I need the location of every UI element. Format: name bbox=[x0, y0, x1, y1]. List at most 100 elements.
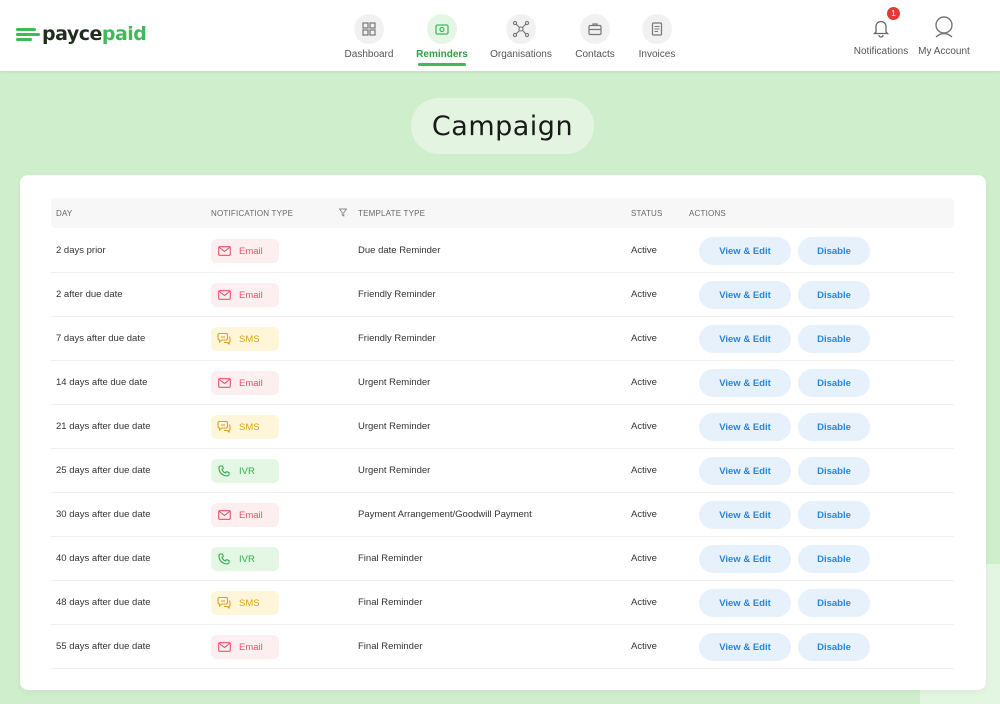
nav-reminders[interactable]: Reminders bbox=[416, 0, 468, 66]
paycepaid-logo[interactable]: paycepaid bbox=[16, 19, 147, 49]
day-cell: 7 days after due date bbox=[56, 333, 146, 344]
nav-invoices[interactable]: Invoices bbox=[638, 0, 676, 60]
nav-organisations[interactable]: Organisations bbox=[489, 0, 553, 60]
my-account-button[interactable]: My Account bbox=[916, 0, 972, 57]
disable-button[interactable]: Disable bbox=[798, 369, 870, 397]
table-row: 25 days after due date IVR Urgent Reminder… bbox=[51, 449, 954, 493]
notification-type-chip: SMS bbox=[211, 327, 279, 351]
nav-dashboard-label: Dashboard bbox=[344, 49, 394, 60]
view-edit-button[interactable]: View & Edit bbox=[699, 633, 791, 661]
notification-type-label: Email bbox=[239, 641, 263, 653]
day-cell: 2 after due date bbox=[56, 289, 123, 300]
email-icon bbox=[217, 378, 231, 388]
sms-chat-icon bbox=[217, 597, 231, 609]
notification-type-label: Email bbox=[239, 377, 263, 389]
day-cell: 21 days after due date bbox=[56, 421, 151, 432]
nav-contacts-label: Contacts bbox=[575, 49, 615, 60]
status-cell: Active bbox=[631, 289, 657, 300]
status-cell: Active bbox=[631, 553, 657, 564]
template-type-cell: Urgent Reminder bbox=[358, 377, 431, 388]
notifications-label: Notifications bbox=[853, 46, 909, 57]
nav-organisations-label: Organisations bbox=[490, 49, 552, 60]
table-row: 40 days after due date IVR Final Reminder A… bbox=[51, 537, 954, 581]
sms-chat-icon bbox=[217, 333, 231, 345]
invoices-icon bbox=[651, 22, 663, 36]
disable-button[interactable]: Disable bbox=[798, 501, 870, 529]
filter-icon[interactable] bbox=[339, 208, 347, 217]
day-cell: 40 days after due date bbox=[56, 553, 151, 564]
day-cell: 55 days after due date bbox=[56, 641, 151, 652]
notification-type-chip: Email bbox=[211, 503, 279, 527]
disable-button[interactable]: Disable bbox=[798, 325, 870, 353]
view-edit-button[interactable]: View & Edit bbox=[699, 545, 791, 573]
logo-text-part1: payce bbox=[42, 23, 102, 45]
notification-type-chip: Email bbox=[211, 635, 279, 659]
table-row: 30 days after due date Email Payment Arran… bbox=[51, 493, 954, 537]
table-header: DAY NOTIFICATION TYPE TEMPLATE TYPE STAT… bbox=[51, 198, 954, 228]
notification-type-label: SMS bbox=[239, 421, 260, 433]
day-cell: 48 days after due date bbox=[56, 597, 151, 608]
view-edit-button[interactable]: View & Edit bbox=[699, 237, 791, 265]
nav-contacts[interactable]: Contacts bbox=[573, 0, 617, 60]
template-type-cell: Friendly Reminder bbox=[358, 289, 436, 300]
notifications-button[interactable]: 1 Notifications bbox=[852, 0, 910, 57]
email-icon bbox=[217, 246, 231, 256]
logo-text-part2: paid bbox=[101, 23, 147, 45]
notification-type-chip: Email bbox=[211, 371, 279, 395]
status-cell: Active bbox=[631, 509, 657, 520]
table-row: 48 days after due date SMS Final Reminder A… bbox=[51, 581, 954, 625]
view-edit-button[interactable]: View & Edit bbox=[699, 457, 791, 485]
view-edit-button[interactable]: View & Edit bbox=[699, 325, 791, 353]
template-type-cell: Payment Arrangement/Goodwill Payment bbox=[358, 509, 532, 520]
top-navigation-bar: paycepaid Dashboard Reminders Organisati… bbox=[0, 0, 1000, 71]
nav-reminders-label: Reminders bbox=[416, 49, 468, 60]
template-type-cell: Urgent Reminder bbox=[358, 465, 431, 476]
disable-button[interactable]: Disable bbox=[798, 457, 870, 485]
reminders-icon bbox=[435, 24, 449, 35]
template-type-cell: Final Reminder bbox=[358, 553, 423, 564]
view-edit-button[interactable]: View & Edit bbox=[699, 413, 791, 441]
notification-type-label: Email bbox=[239, 289, 263, 301]
logo-text: paycepaid bbox=[42, 23, 147, 45]
disable-button[interactable]: Disable bbox=[798, 281, 870, 309]
nav-dashboard[interactable]: Dashboard bbox=[344, 0, 394, 60]
active-tab-indicator bbox=[418, 63, 466, 66]
day-cell: 14 days afte due date bbox=[56, 377, 148, 388]
nav-invoices-label: Invoices bbox=[638, 49, 676, 60]
notification-type-label: SMS bbox=[239, 597, 260, 609]
status-cell: Active bbox=[631, 421, 657, 432]
disable-button[interactable]: Disable bbox=[798, 413, 870, 441]
template-type-cell: Urgent Reminder bbox=[358, 421, 431, 432]
status-cell: Active bbox=[631, 333, 657, 344]
disable-button[interactable]: Disable bbox=[798, 237, 870, 265]
disable-button[interactable]: Disable bbox=[798, 633, 870, 661]
notification-type-chip: SMS bbox=[211, 591, 279, 615]
notification-type-chip: SMS bbox=[211, 415, 279, 439]
notification-type-label: Email bbox=[239, 509, 263, 521]
view-edit-button[interactable]: View & Edit bbox=[699, 369, 791, 397]
table-row: 2 days prior Email Due date Reminder Active… bbox=[51, 229, 954, 273]
table-row: 21 days after due date SMS Urgent Reminder… bbox=[51, 405, 954, 449]
column-header-status: STATUS bbox=[631, 209, 663, 218]
status-cell: Active bbox=[631, 597, 657, 608]
disable-button[interactable]: Disable bbox=[798, 589, 870, 617]
notification-type-label: Email bbox=[239, 245, 263, 257]
disable-button[interactable]: Disable bbox=[798, 545, 870, 573]
template-type-cell: Due date Reminder bbox=[358, 245, 441, 256]
view-edit-button[interactable]: View & Edit bbox=[699, 589, 791, 617]
phone-icon bbox=[218, 465, 230, 477]
view-edit-button[interactable]: View & Edit bbox=[699, 501, 791, 529]
view-edit-button[interactable]: View & Edit bbox=[699, 281, 791, 309]
notification-type-chip: Email bbox=[211, 283, 279, 307]
status-cell: Active bbox=[631, 465, 657, 476]
table-row: 55 days after due date Email Final Reminde… bbox=[51, 625, 954, 669]
column-header-actions: ACTIONS bbox=[689, 209, 726, 218]
notification-type-label: SMS bbox=[239, 333, 260, 345]
contacts-icon bbox=[588, 23, 602, 36]
campaign-table-card: DAY NOTIFICATION TYPE TEMPLATE TYPE STAT… bbox=[20, 175, 986, 690]
notification-type-label: IVR bbox=[239, 553, 255, 565]
email-icon bbox=[217, 510, 231, 520]
notification-type-chip: IVR bbox=[211, 459, 279, 483]
notifications-count-badge: 1 bbox=[887, 7, 900, 20]
dashboard-icon bbox=[362, 22, 376, 36]
